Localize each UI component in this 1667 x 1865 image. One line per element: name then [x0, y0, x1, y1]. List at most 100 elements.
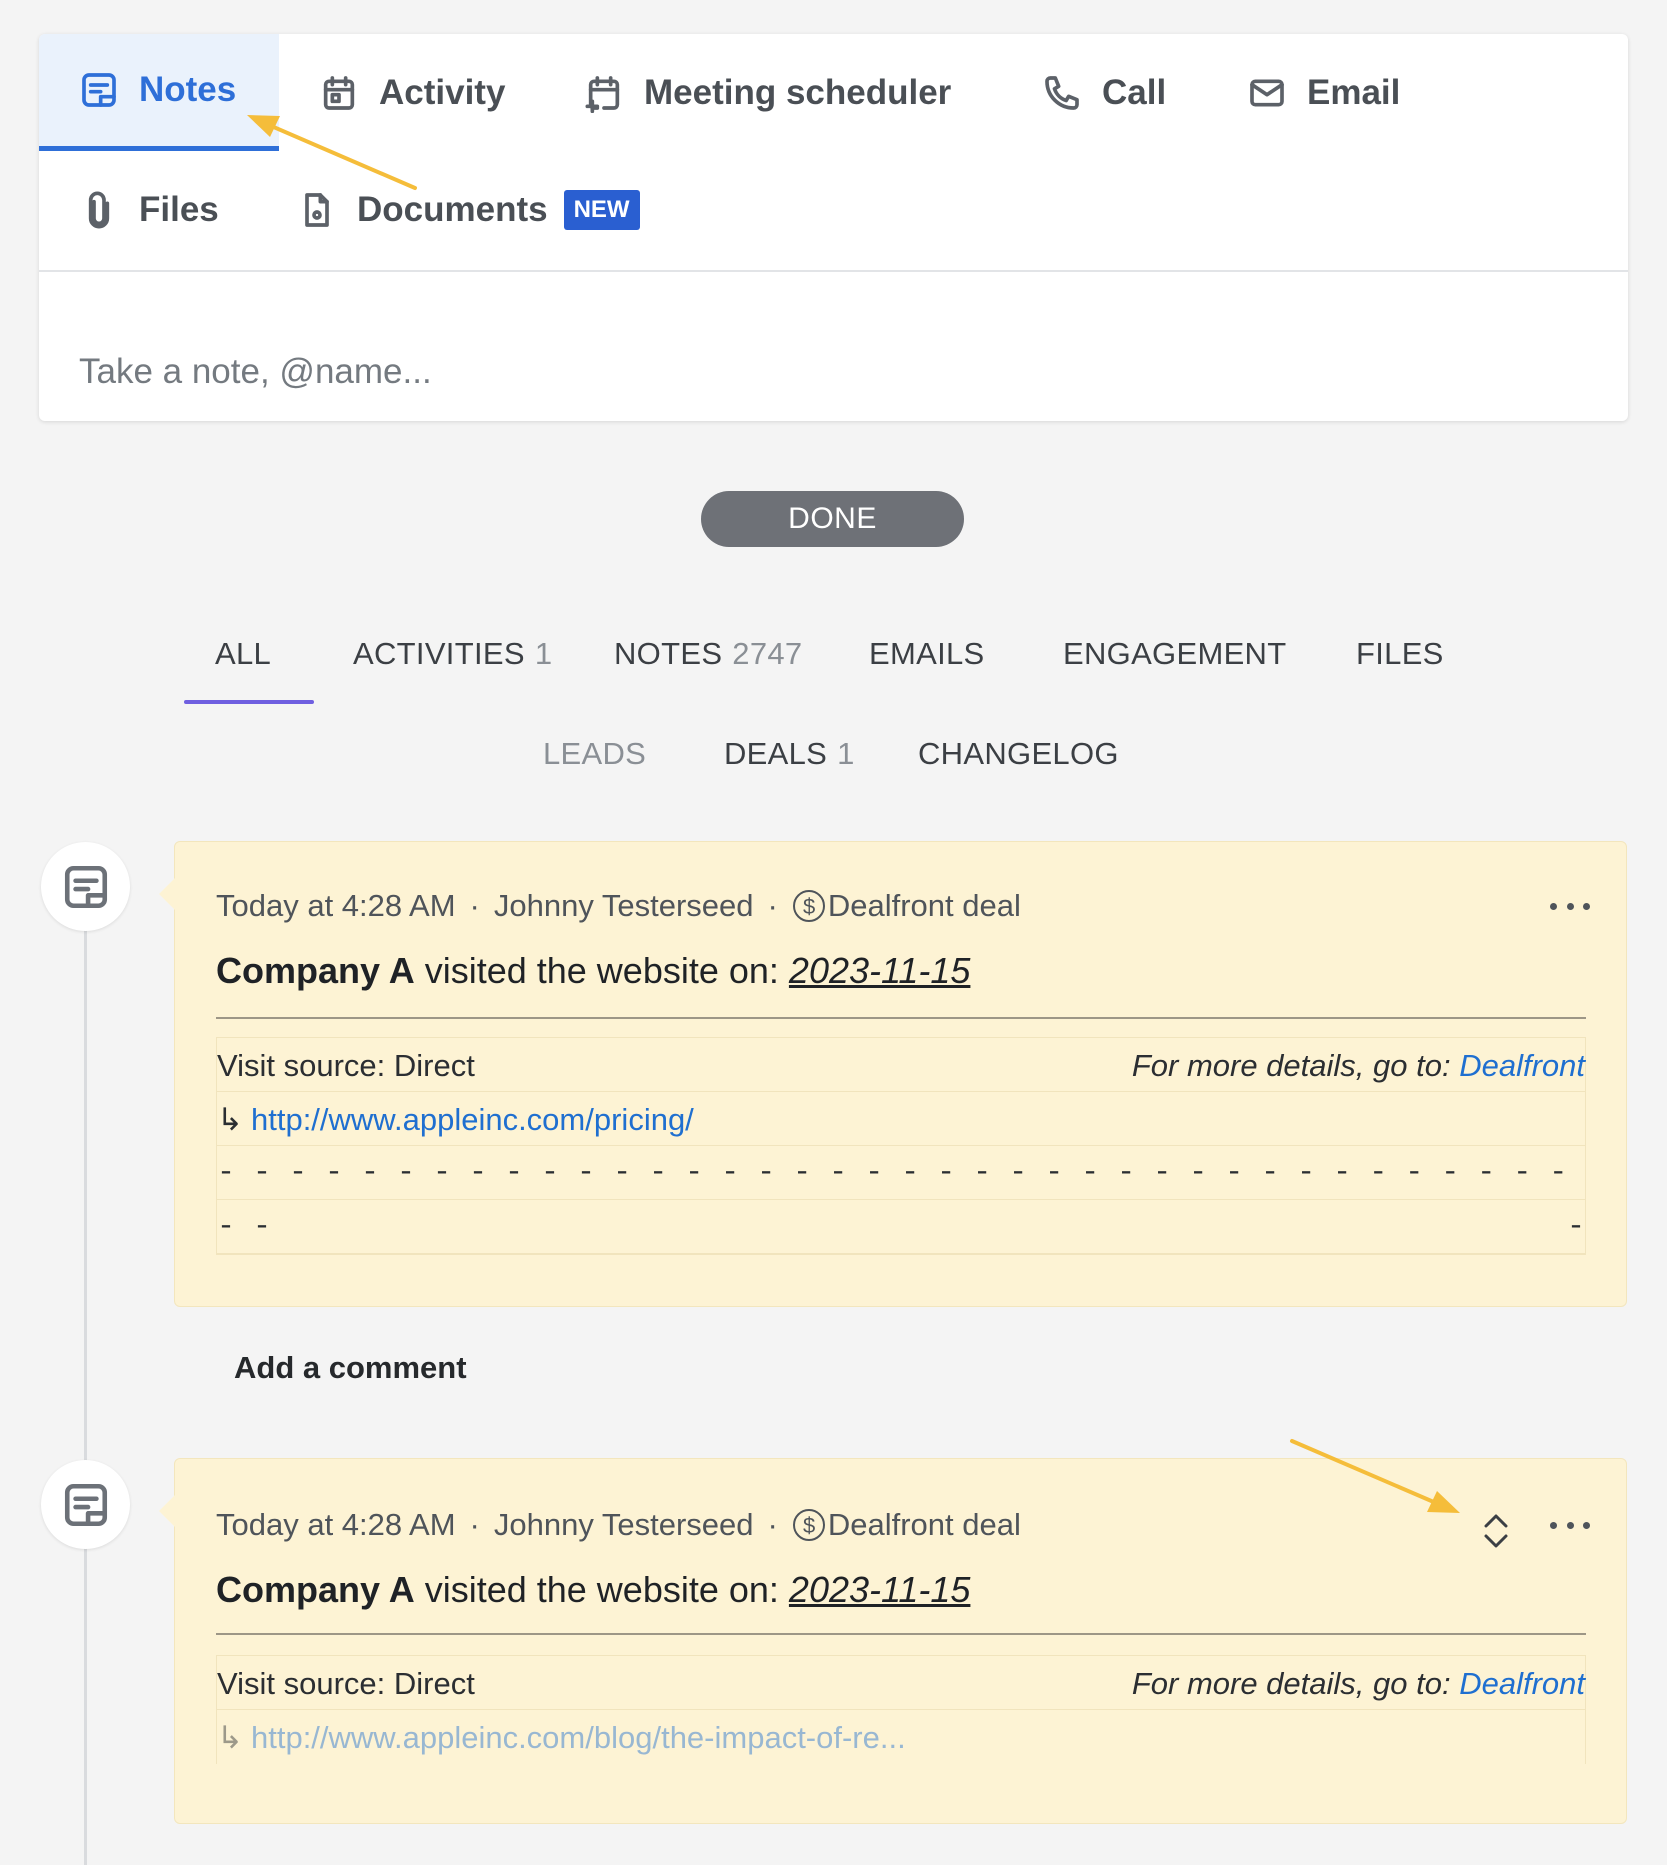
timeline-line: [84, 930, 87, 1865]
dot: [1566, 1521, 1574, 1529]
visit-details-table: Visit source: Direct For more details, g…: [216, 1655, 1586, 1764]
tab-email-label: Email: [1307, 72, 1401, 112]
tab-documents[interactable]: Documents NEW: [297, 151, 640, 268]
visited-url-link[interactable]: http://www.appleinc.com/blog/the-impact-…: [251, 1720, 906, 1755]
meta-separator: ·: [469, 1507, 480, 1542]
filter-changelog[interactable]: CHANGELOG: [918, 736, 1119, 772]
tab-notes[interactable]: Notes: [39, 34, 279, 151]
details-prefix: For more details, go to:: [1131, 1666, 1451, 1701]
filter-deals-count: 1: [837, 736, 855, 771]
tab-call[interactable]: Call: [1042, 34, 1166, 151]
calendar-icon: [323, 75, 355, 110]
tab-files-label: Files: [139, 189, 219, 229]
dash-line-right: -: [1566, 1210, 1585, 1244]
filter-emails-label: EMAILS: [869, 636, 985, 671]
note-icon: [64, 865, 107, 908]
more-options-button[interactable]: [1550, 1515, 1590, 1535]
svg-text:$: $: [803, 1513, 815, 1538]
note-meta: Today at 4:28 AM · Johnny Testerseed · $…: [216, 1507, 1021, 1543]
arrow-return-icon: ↳: [217, 1720, 243, 1755]
note-input[interactable]: [79, 352, 1579, 392]
filter-engagement[interactable]: ENGAGEMENT: [1063, 636, 1286, 672]
note-headline: Company A visited the website on: 2023-1…: [216, 950, 970, 992]
svg-text:$: $: [803, 894, 815, 919]
dot: [1566, 902, 1574, 910]
note-icon: [82, 73, 116, 107]
filter-files-label: FILES: [1356, 636, 1444, 671]
tab-activity[interactable]: Activity: [319, 34, 505, 151]
visited-url-row: ↳ http://www.appleinc.com/pricing/: [217, 1092, 1585, 1146]
filter-activities[interactable]: ACTIVITIES 1: [353, 636, 552, 672]
visit-date: 2023-11-15: [788, 950, 971, 991]
paperclip-icon: [88, 191, 110, 228]
note-timestamp: Today at 4:28 AM: [216, 1507, 456, 1542]
visit-source: Visit source: Direct: [217, 1048, 475, 1083]
filter-emails[interactable]: EMAILS: [869, 636, 985, 672]
add-comment-link[interactable]: Add a comment: [234, 1350, 467, 1386]
note-meta: Today at 4:28 AM · Johnny Testerseed · $…: [216, 888, 1021, 924]
dot: [1583, 902, 1590, 910]
visited-url-link[interactable]: http://www.appleinc.com/pricing/: [251, 1102, 694, 1137]
filter-all[interactable]: ALL: [215, 636, 271, 672]
filter-all-label: ALL: [215, 636, 272, 671]
tab-activity-label: Activity: [379, 72, 506, 112]
meta-separator: ·: [469, 888, 480, 923]
dash-separator-row: - - - - - - - - - - - - - - - - - - - - …: [217, 1146, 1585, 1200]
tab-email[interactable]: Email: [1247, 34, 1400, 151]
done-divider-pill: DONE: [701, 491, 964, 547]
dot: [1550, 902, 1557, 910]
visit-source: Visit source: Direct: [217, 1666, 475, 1701]
tab-notes-label: Notes: [139, 70, 237, 109]
tab-files[interactable]: Files: [79, 151, 219, 268]
dash-line-left: - -: [217, 1210, 272, 1244]
visit-source-row: Visit source: Direct For more details, g…: [217, 1656, 1585, 1710]
filter-leads-label: LEADS: [543, 736, 647, 771]
note-timestamp: Today at 4:28 AM: [216, 888, 456, 923]
visit-source-row: Visit source: Direct For more details, g…: [217, 1038, 1585, 1092]
filter-engagement-label: ENGAGEMENT: [1063, 636, 1287, 671]
card-rule: [216, 1017, 1586, 1019]
filter-deals-label: DEALS: [724, 736, 828, 771]
dot: [1583, 1521, 1590, 1529]
dash-separator-row: - - -: [217, 1200, 1585, 1254]
filter-activities-count: 1: [534, 636, 553, 671]
meta-separator: ·: [767, 1507, 778, 1542]
filter-files[interactable]: FILES: [1356, 636, 1444, 672]
tab-meeting-scheduler[interactable]: Meeting scheduler: [584, 34, 951, 151]
filter-activities-label: ACTIVITIES: [353, 636, 525, 671]
company-name: Company A: [216, 950, 415, 991]
dealfront-link[interactable]: Dealfront: [1459, 1048, 1585, 1083]
composer-card: Notes Activity Meeting scheduler Call Em…: [39, 34, 1628, 421]
filter-deals[interactable]: DEALS 1: [724, 736, 855, 772]
note-headline: Company A visited the website on: 2023-1…: [216, 1569, 970, 1611]
visited-url-row: ↳ http://www.appleinc.com/blog/the-impact…: [217, 1710, 1585, 1764]
company-name: Company A: [216, 1569, 415, 1610]
note-deal-link[interactable]: Dealfront deal: [828, 1507, 1021, 1543]
meta-separator: ·: [767, 888, 778, 923]
filter-leads[interactable]: LEADS: [543, 736, 646, 772]
headline-text: visited the website on:: [424, 1569, 779, 1610]
meeting-scheduler-icon: [585, 75, 620, 113]
deal-dollar-icon: $: [792, 1509, 825, 1541]
deal-dollar-icon: $: [792, 890, 825, 922]
dealfront-link[interactable]: Dealfront: [1459, 1666, 1585, 1701]
expand-collapse-button[interactable]: [1478, 1509, 1514, 1553]
filter-changelog-label: CHANGELOG: [918, 736, 1119, 771]
timeline-note-marker: [41, 1460, 130, 1549]
new-badge: NEW: [563, 189, 640, 230]
composer-divider: [39, 270, 1628, 272]
note-deal-link[interactable]: Dealfront deal: [828, 888, 1021, 924]
note-icon: [64, 1483, 107, 1526]
filter-notes-count: 2747: [732, 636, 803, 671]
card-rule: [216, 1633, 1586, 1635]
note-author[interactable]: Johnny Testerseed: [494, 1507, 754, 1543]
more-options-button[interactable]: [1550, 896, 1590, 916]
headline-text: visited the website on:: [424, 950, 779, 991]
details-prefix: For more details, go to:: [1131, 1048, 1451, 1083]
dot: [1550, 1521, 1557, 1529]
filter-notes[interactable]: NOTES 2747: [614, 636, 802, 672]
note-author[interactable]: Johnny Testerseed: [494, 888, 754, 924]
dash-line: - - - - - - - - - - - - - - - - - - - - …: [217, 1156, 1585, 1190]
active-filter-underline: [184, 700, 314, 704]
mail-icon: [1250, 79, 1284, 106]
